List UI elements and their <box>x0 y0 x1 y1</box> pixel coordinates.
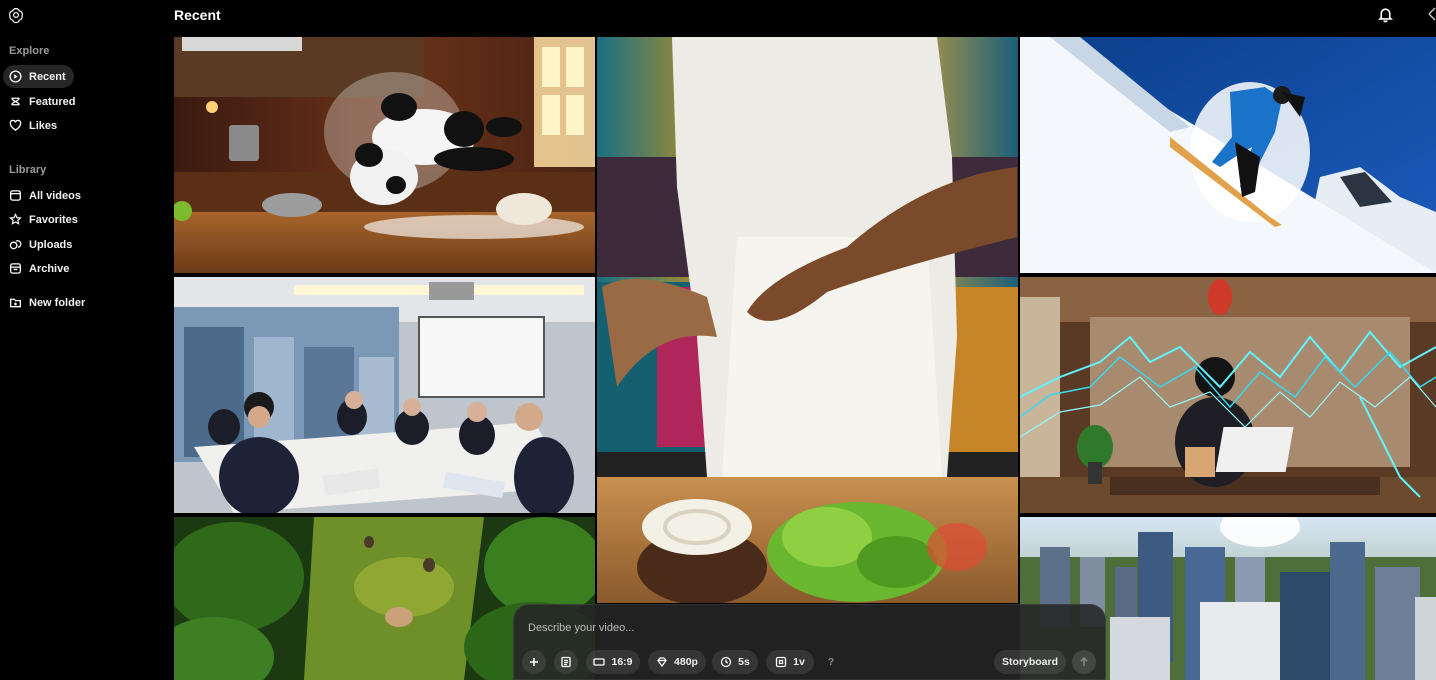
star-icon <box>9 213 22 226</box>
prompt-composer: 16:9 480p 5s 1v ? Storyboard <box>513 604 1106 680</box>
new-folder-label: New folder <box>29 296 86 309</box>
explore-section-title: Explore <box>9 45 50 57</box>
video-thumbnail <box>1020 277 1436 513</box>
sidebar-item-likes[interactable]: Likes <box>3 114 65 137</box>
aspect-ratio-value: 16:9 <box>611 656 633 668</box>
resolution-button[interactable]: 480p <box>648 650 706 674</box>
sidebar-item-label: Favorites <box>29 213 78 226</box>
video-tile-chef[interactable] <box>597 37 1018 603</box>
video-tile-snowboard[interactable] <box>1020 37 1436 273</box>
duration-button[interactable]: 5s <box>712 650 758 674</box>
video-tile-neon-room[interactable] <box>1020 277 1436 513</box>
resolution-value: 480p <box>674 656 698 668</box>
arrow-up-icon <box>1080 656 1088 666</box>
diamond-icon <box>657 657 667 668</box>
video-thumbnail <box>174 277 595 513</box>
variations-button[interactable]: 1v <box>766 650 814 674</box>
sidebar-item-label: Uploads <box>29 238 73 251</box>
sidebar-item-recent[interactable]: Recent <box>3 65 74 88</box>
page-title: Recent <box>174 7 221 23</box>
sidebar-item-label: Archive <box>29 262 70 275</box>
prompt-input[interactable] <box>528 619 1088 637</box>
video-thumbnail <box>597 37 1018 603</box>
help-button[interactable]: ? <box>820 650 842 674</box>
duration-value: 5s <box>738 656 750 668</box>
video-tile-conference[interactable] <box>174 277 595 513</box>
preset-icon <box>561 656 571 668</box>
new-folder-icon <box>9 296 22 309</box>
collapse-sidebar-icon[interactable] <box>1421 4 1436 26</box>
sidebar-item-label: Recent <box>29 70 66 83</box>
play-circle-icon <box>9 70 22 83</box>
sidebar-item-all-videos[interactable]: All videos <box>3 184 89 207</box>
aspect-ratio-icon <box>593 658 606 666</box>
sidebar-item-uploads[interactable]: Uploads <box>3 233 80 256</box>
heart-icon <box>9 119 22 132</box>
sidebar-item-archive[interactable]: Archive <box>3 257 77 280</box>
bell-icon[interactable] <box>1377 6 1394 23</box>
new-folder-button[interactable]: New folder <box>3 291 93 314</box>
video-tile-kitchen-panda[interactable] <box>174 37 595 273</box>
plus-icon <box>530 658 538 666</box>
sidebar-item-label: Featured <box>29 95 76 108</box>
video-thumbnail <box>1020 37 1436 273</box>
sidebar: Explore Recent Featured Likes Library Al… <box>0 0 174 680</box>
sidebar-item-label: Likes <box>29 119 58 132</box>
sidebar-item-label: All videos <box>29 189 81 202</box>
videos-icon <box>9 189 22 202</box>
add-button[interactable] <box>522 650 546 674</box>
sidebar-item-favorites[interactable]: Favorites <box>3 208 86 231</box>
variations-icon <box>776 656 787 668</box>
openai-logo-icon[interactable] <box>7 6 25 24</box>
preset-button[interactable] <box>554 650 578 674</box>
variations-value: 1v <box>793 656 805 668</box>
sidebar-item-featured[interactable]: Featured <box>3 90 83 113</box>
storyboard-button[interactable]: Storyboard <box>994 650 1066 674</box>
library-section-title: Library <box>9 164 47 176</box>
submit-button[interactable] <box>1072 650 1096 674</box>
clock-icon <box>721 656 732 668</box>
archive-icon <box>9 262 22 275</box>
video-thumbnail <box>174 37 595 273</box>
featured-icon <box>9 95 22 108</box>
aspect-ratio-button[interactable]: 16:9 <box>586 650 640 674</box>
uploads-icon <box>9 238 22 251</box>
